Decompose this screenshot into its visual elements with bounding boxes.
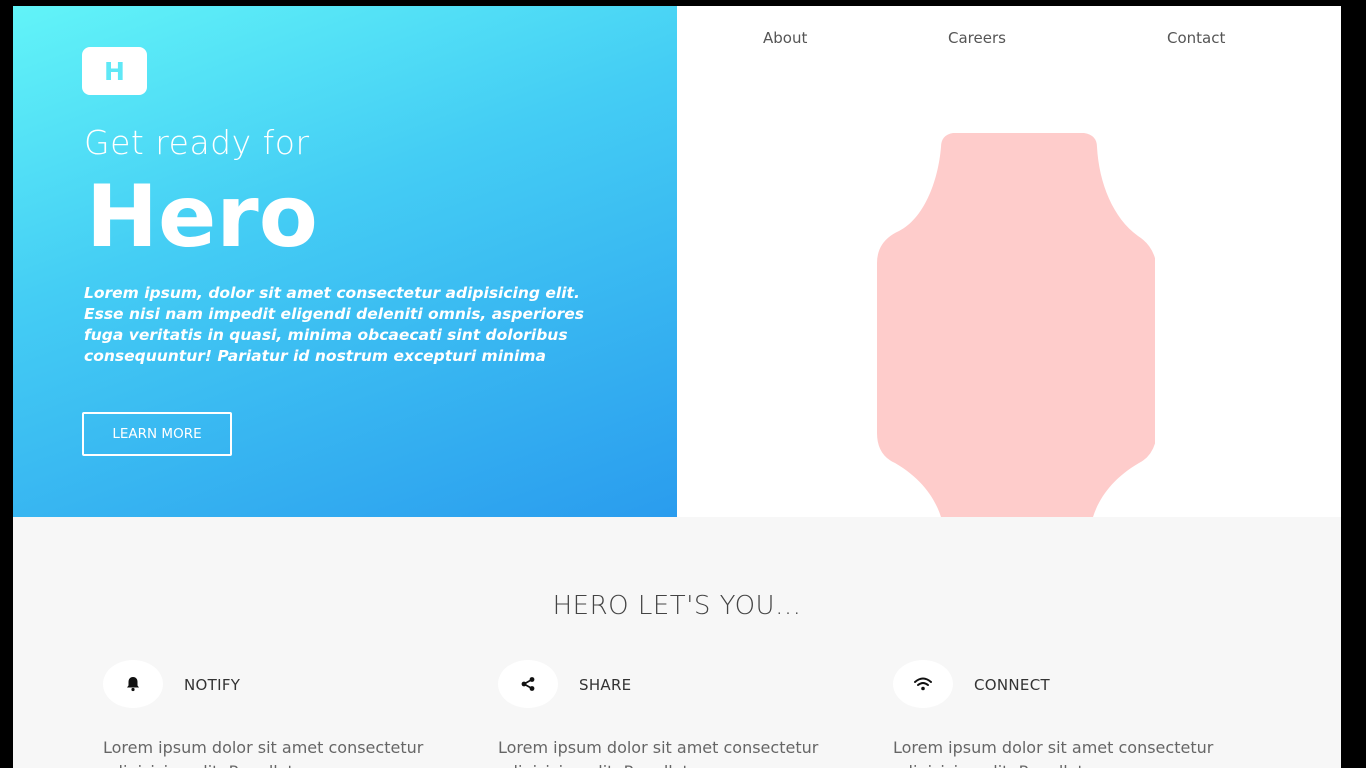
smartwatch-illustration [877, 133, 1155, 517]
feature-icon-circle [893, 660, 953, 708]
feature-label: CONNECT [974, 676, 1050, 694]
top-nav: About Careers Contact [677, 29, 1341, 51]
wifi-icon [914, 677, 932, 691]
feature-text: Lorem ipsum dolor sit amet consectetur a… [103, 738, 424, 768]
feature-share: SHARE Lorem ipsum dolor sit amet consect… [498, 660, 878, 768]
feature-text: Lorem ipsum dolor sit amet consectetur a… [893, 738, 1214, 768]
logo[interactable]: H [82, 47, 147, 95]
logo-letter: H [104, 56, 125, 86]
hero-description: Lorem ipsum, dolor sit amet consectetur … [84, 284, 584, 365]
nav-link-careers[interactable]: Careers [948, 29, 1006, 47]
feature-notify: NOTIFY Lorem ipsum dolor sit amet consec… [103, 660, 483, 768]
hero-title: Hero [86, 167, 318, 267]
hero-subtitle: Get ready for [84, 123, 310, 162]
share-icon [521, 677, 535, 691]
feature-icon-circle [498, 660, 558, 708]
feature-icon-circle [103, 660, 163, 708]
features-title: HERO LET'S YOU... [552, 591, 802, 621]
nav-link-contact[interactable]: Contact [1167, 29, 1225, 47]
nav-link-about[interactable]: About [763, 29, 807, 47]
bell-icon [127, 677, 139, 692]
hero-section: H Get ready for Hero Lorem ipsum, dolor … [13, 6, 677, 517]
hero-image-panel: About Careers Contact [677, 6, 1341, 517]
features-section: HERO LET'S YOU... NOTIFY Lorem ipsum dol… [13, 517, 1341, 768]
feature-text: Lorem ipsum dolor sit amet consectetur a… [498, 738, 819, 768]
feature-label: NOTIFY [184, 676, 241, 694]
feature-connect: CONNECT Lorem ipsum dolor sit amet conse… [893, 660, 1273, 768]
feature-label: SHARE [579, 676, 632, 694]
learn-more-button[interactable]: LEARN MORE [82, 412, 232, 456]
page-viewport: H Get ready for Hero Lorem ipsum, dolor … [13, 6, 1341, 768]
